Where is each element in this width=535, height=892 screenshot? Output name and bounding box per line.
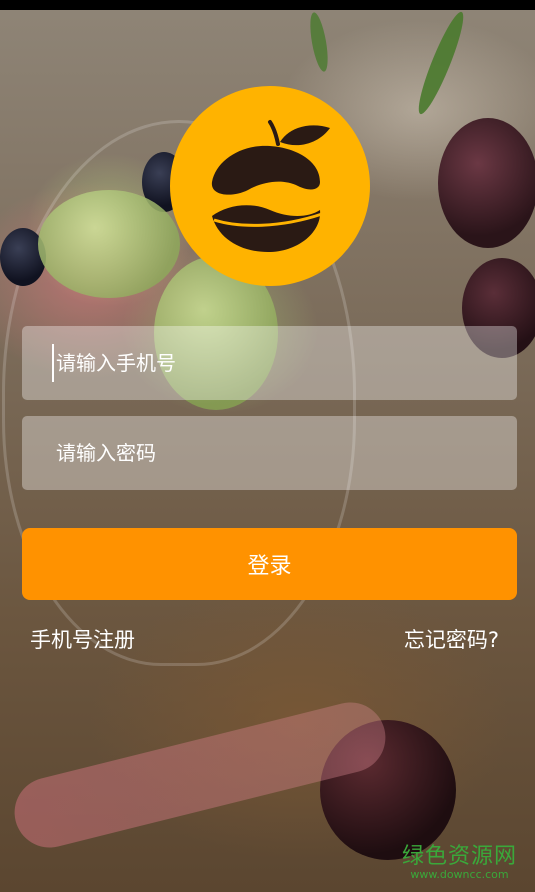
app-logo [170, 86, 370, 286]
phone-field[interactable] [22, 325, 517, 401]
password-input[interactable] [54, 415, 517, 491]
login-button[interactable]: 登录 [22, 528, 517, 600]
register-link[interactable]: 手机号注册 [30, 624, 135, 654]
phone-input[interactable] [54, 325, 517, 401]
orange-fruit-icon [211, 120, 330, 252]
background-leaf [306, 11, 332, 73]
forgot-password-link[interactable]: 忘记密码? [404, 624, 499, 654]
text-cursor [52, 344, 54, 382]
background-leaf [412, 8, 470, 118]
login-screen: 登录 手机号注册 忘记密码? 绿色资源网 www.downcc.com [0, 0, 535, 892]
background-grape [438, 118, 535, 248]
watermark-title: 绿色资源网 [401, 844, 517, 869]
watermark: 绿色资源网 www.downcc.com [402, 838, 517, 881]
watermark-url: www.downcc.com [410, 868, 509, 881]
password-field[interactable] [22, 415, 517, 491]
status-bar [0, 0, 535, 10]
background-green-grape [38, 190, 180, 298]
